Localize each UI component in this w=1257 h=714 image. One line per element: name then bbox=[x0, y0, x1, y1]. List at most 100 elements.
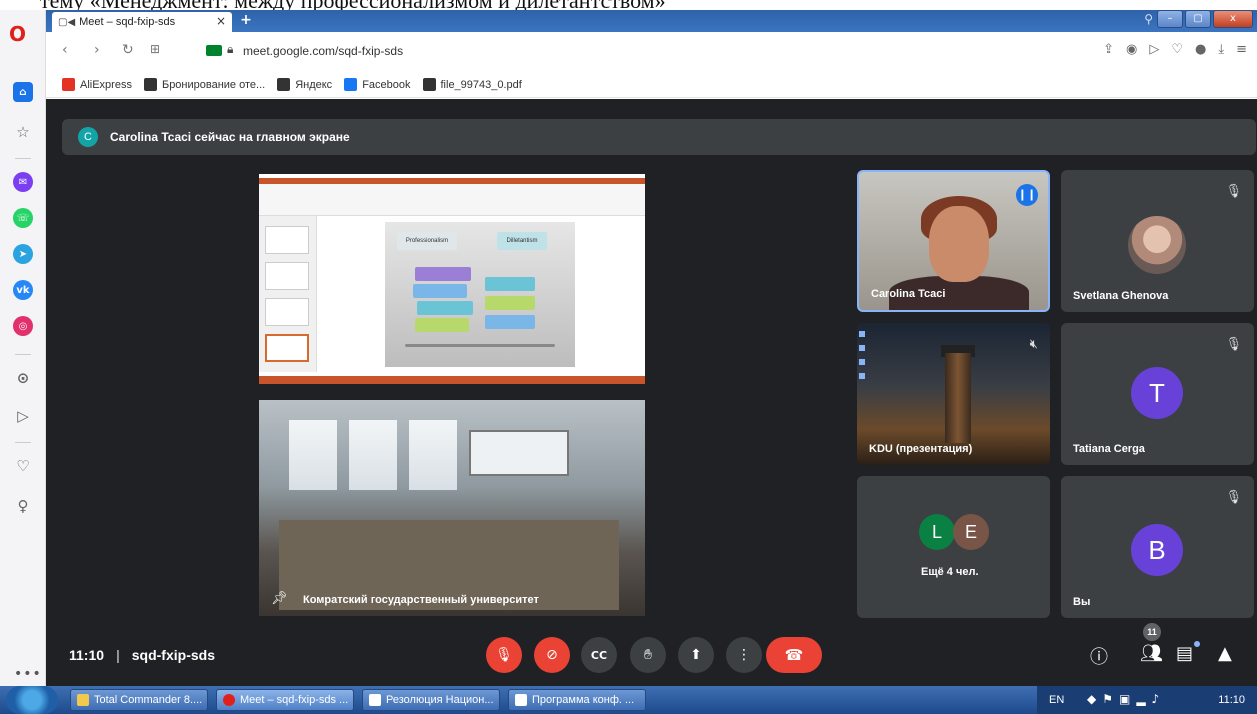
snapshot-icon[interactable]: ◉ bbox=[1126, 42, 1137, 57]
bookmark-pdf[interactable]: file_99743_0.pdf bbox=[422, 78, 522, 91]
participant-tile-carolina[interactable]: ❙❙ Carolina Tcaci bbox=[857, 170, 1050, 312]
participant-name: Svetlana Ghenova bbox=[1073, 290, 1169, 302]
aliexpress-icon bbox=[62, 78, 75, 91]
chat-notification-dot bbox=[1194, 641, 1200, 647]
heart-icon[interactable]: ♡ bbox=[13, 456, 33, 476]
taskbar-item-meet[interactable]: Meet – sqd-fxip-sds ... bbox=[216, 689, 354, 711]
participant-name: KDU (презентация) bbox=[869, 443, 973, 455]
raise-hand-button[interactable]: ✋︎ bbox=[630, 637, 666, 673]
minimize-button[interactable]: – bbox=[1157, 10, 1183, 28]
system-tray: EN ◆⚑▣▂♪ 11:10 bbox=[1037, 686, 1257, 714]
maximize-button[interactable]: ▢ bbox=[1185, 10, 1211, 28]
slide-box bbox=[413, 284, 467, 298]
player-icon[interactable]: ⊙ bbox=[13, 368, 33, 388]
slide-thumbnail bbox=[265, 226, 309, 254]
forward-icon[interactable]: › bbox=[94, 42, 100, 58]
heart-icon[interactable]: ♡ bbox=[1171, 42, 1183, 57]
lighthouse bbox=[945, 353, 971, 443]
document-icon bbox=[515, 694, 527, 706]
tab-meet[interactable]: ▢◀ Meet – sqd-fxip-sds × bbox=[52, 12, 232, 32]
star-icon[interactable]: ☆ bbox=[13, 122, 33, 142]
slide-canvas: Professionalism Dilletantism bbox=[385, 222, 575, 367]
slide-box bbox=[485, 315, 535, 329]
present-button[interactable]: ⬆ bbox=[678, 637, 714, 673]
more-icon[interactable]: ••• bbox=[14, 666, 42, 682]
banner-avatar: C bbox=[78, 127, 98, 147]
whatsapp-icon[interactable]: ☏ bbox=[13, 208, 33, 228]
home-icon[interactable]: ⌂ bbox=[13, 82, 33, 102]
ppt-status-bar bbox=[259, 376, 645, 384]
mic-off-button[interactable]: 🎙︎ bbox=[486, 637, 522, 673]
document-icon bbox=[369, 694, 381, 706]
start-button[interactable] bbox=[6, 686, 58, 714]
back-icon[interactable]: ‹ bbox=[62, 42, 68, 58]
slide-box bbox=[415, 267, 471, 281]
download-icon[interactable]: ⤓ bbox=[1218, 42, 1224, 57]
participant-tile-self[interactable]: 🎙︎ B Вы bbox=[1061, 476, 1254, 618]
camera-off-button[interactable]: ⊘ bbox=[534, 637, 570, 673]
address-bar: ‹ › ↻ ⊞ 🔒︎ meet.google.com/sqd-fxip-sds … bbox=[46, 32, 1257, 72]
tab-close-icon[interactable]: × bbox=[216, 14, 226, 28]
opera-logo-icon[interactable]: O bbox=[9, 22, 26, 46]
lock-icon[interactable]: 🔒︎ bbox=[227, 42, 233, 57]
tray-icons[interactable]: ◆⚑▣▂♪ bbox=[1087, 692, 1165, 706]
participant-tile-tatiana[interactable]: 🎙︎ T Tatiana Cerga bbox=[1061, 323, 1254, 465]
room-video-tile[interactable]: 📌︎ Комратский государственный университе… bbox=[259, 400, 645, 616]
more-participants-tile[interactable]: L E Ещё 4 чел. bbox=[857, 476, 1050, 618]
avatar: L bbox=[919, 514, 955, 550]
sidebar-divider bbox=[15, 354, 31, 355]
bookmark-yandex[interactable]: Яндекс bbox=[277, 78, 332, 91]
people-icon[interactable]: 👥︎ bbox=[1140, 643, 1163, 664]
room-window bbox=[289, 420, 337, 490]
presentation-tile[interactable]: Professionalism Dilletantism bbox=[259, 174, 645, 384]
system-clock[interactable]: 11:10 bbox=[1218, 694, 1245, 706]
bookmark-booking[interactable]: Бронирование оте... bbox=[143, 78, 265, 91]
close-button[interactable]: x bbox=[1213, 10, 1253, 28]
slide-box bbox=[415, 318, 469, 332]
send-icon[interactable]: ▷ bbox=[13, 406, 33, 426]
language-indicator[interactable]: EN bbox=[1049, 694, 1064, 706]
room-window bbox=[349, 420, 397, 490]
facebook-icon bbox=[344, 78, 358, 91]
participant-tile-kdu[interactable]: 🔇︎ KDU (презентация) bbox=[857, 323, 1050, 465]
slide-box bbox=[485, 277, 535, 291]
info-icon[interactable]: ⓘ bbox=[1090, 643, 1108, 669]
banner-text: Carolina Tcaci сейчас на главном экране bbox=[110, 130, 350, 144]
speed-dial-icon[interactable]: ⊞ bbox=[150, 42, 160, 56]
participant-name: Carolina Tcaci bbox=[871, 288, 946, 300]
mic-off-icon: 🎙︎ bbox=[1225, 490, 1242, 505]
taskbar-item-program[interactable]: Программа конф. ... bbox=[508, 689, 646, 711]
url-field[interactable]: meet.google.com/sqd-fxip-sds bbox=[243, 44, 403, 58]
profile-icon[interactable]: ● bbox=[1195, 42, 1206, 57]
bookmark-aliexpress[interactable]: AliExpress bbox=[62, 78, 132, 91]
window-controls: – ▢ x bbox=[1157, 10, 1253, 28]
menu-icon[interactable]: ≡ bbox=[1236, 42, 1247, 57]
taskbar-item-total-commander[interactable]: Total Commander 8.... bbox=[70, 689, 208, 711]
bookmark-facebook[interactable]: Facebook bbox=[344, 78, 411, 91]
desktop-icon bbox=[859, 345, 865, 351]
sidebar-divider bbox=[15, 442, 31, 443]
more-options-button[interactable]: ⋮ bbox=[726, 637, 762, 673]
bulb-icon[interactable]: ♀ bbox=[13, 496, 33, 516]
telegram-icon[interactable]: ➤ bbox=[13, 244, 33, 264]
mic-off-icon: 🎙︎ bbox=[1225, 184, 1242, 199]
pin-icon[interactable]: 📌︎ bbox=[271, 591, 288, 606]
hang-up-button[interactable]: ☎︎ bbox=[766, 637, 822, 673]
messenger-icon[interactable]: ✉ bbox=[13, 172, 33, 192]
taskbar-item-resolution[interactable]: Резолюция Национ... bbox=[362, 689, 500, 711]
camera-icon bbox=[206, 45, 222, 56]
reload-icon[interactable]: ↻ bbox=[122, 42, 134, 58]
page-icon bbox=[422, 78, 436, 91]
participant-tile-svetlana[interactable]: 🎙︎ Svetlana Ghenova bbox=[1061, 170, 1254, 312]
send-icon[interactable]: ▷ bbox=[1149, 42, 1159, 57]
instagram-icon[interactable]: ◎ bbox=[13, 316, 33, 336]
share-icon[interactable]: ⇪ bbox=[1103, 42, 1114, 57]
more-participants-label: Ещё 4 чел. bbox=[921, 566, 979, 578]
search-icon[interactable]: ⚲ bbox=[1144, 12, 1153, 26]
chat-icon[interactable]: ▤ bbox=[1176, 643, 1193, 664]
vk-icon[interactable]: vk bbox=[13, 280, 33, 300]
opera-sidebar: O ⌂ ☆ ✉ ☏ ➤ vk ◎ ⊙ ▷ ♡ ♀ ••• bbox=[0, 10, 46, 686]
new-tab-button[interactable]: + bbox=[236, 12, 256, 30]
activities-icon[interactable]: ▲ bbox=[1218, 643, 1232, 664]
captions-button[interactable]: CC bbox=[581, 637, 617, 673]
